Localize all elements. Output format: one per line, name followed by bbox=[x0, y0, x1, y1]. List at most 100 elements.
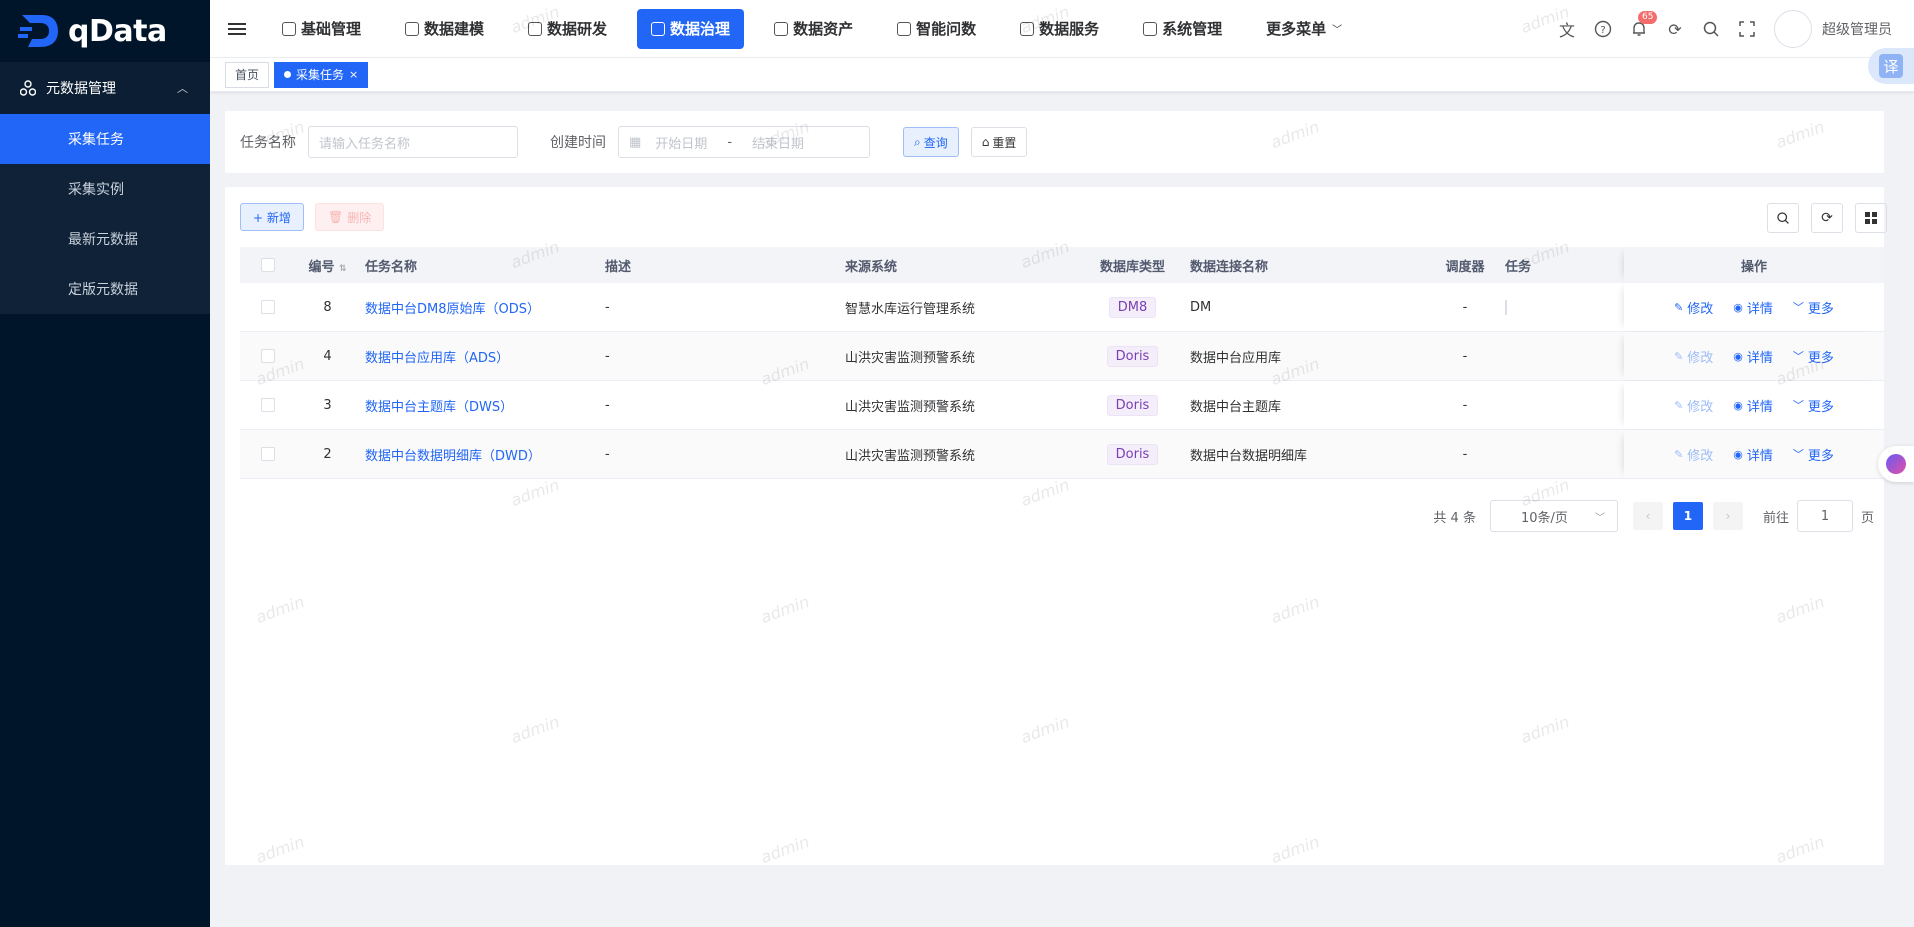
box-icon bbox=[528, 21, 543, 36]
cell-name-link[interactable]: 数据中台DM8原始库（ODS） bbox=[360, 298, 600, 317]
row-checkbox[interactable] bbox=[260, 300, 275, 314]
goto-label: 前往 bbox=[1762, 510, 1789, 526]
detail-button[interactable]: ◉ 详情 bbox=[1733, 298, 1773, 317]
date-range-picker[interactable]: ▦ 开始日期 - 结束日期 bbox=[618, 126, 870, 158]
close-icon[interactable]: × bbox=[349, 68, 358, 81]
nav-data-development[interactable]: 数据研发 bbox=[514, 9, 621, 49]
chevron-down-icon: ﹀ bbox=[1792, 448, 1804, 461]
menu-toggle-icon[interactable] bbox=[228, 20, 246, 38]
edit-button[interactable]: ✎ 修改 bbox=[1674, 298, 1713, 317]
sidebar-item-collect-instance[interactable]: 采集实例 bbox=[0, 164, 210, 214]
add-button[interactable]: + 新增 bbox=[240, 203, 304, 231]
sidebar-item-label: 最新元数据 bbox=[68, 232, 138, 248]
select-all-checkbox[interactable] bbox=[260, 258, 275, 272]
header-id[interactable]: 编号 ⇅ bbox=[295, 256, 360, 275]
edit-button[interactable]: ✎ 修改 bbox=[1674, 445, 1713, 464]
cell-source: 山洪灾害监测预警系统 bbox=[845, 350, 976, 366]
sidebar-item-collect-task[interactable]: 采集任务 bbox=[0, 114, 210, 164]
detail-button[interactable]: ◉ 详情 bbox=[1733, 445, 1773, 464]
sidebar-item-label: 采集任务 bbox=[68, 132, 124, 148]
translate-float-button[interactable]: 译 bbox=[1868, 48, 1914, 84]
chevron-left-icon: ‹ bbox=[1645, 509, 1651, 523]
header-source: 来源系统 bbox=[845, 259, 898, 275]
search-icon[interactable] bbox=[1702, 20, 1720, 38]
more-button[interactable]: ﹀ 更多 bbox=[1793, 298, 1834, 317]
row-actions: ✎ 修改 ◉ 详情 ﹀ 更多 bbox=[1624, 381, 1884, 429]
edit-button[interactable]: ✎ 修改 bbox=[1674, 396, 1713, 415]
cell-source: 山洪灾害监测预警系统 bbox=[845, 448, 976, 464]
bell-icon[interactable]: 65 bbox=[1630, 11, 1658, 38]
nav-smart-query[interactable]: 智能问数 bbox=[883, 9, 990, 49]
table-row: 8 数据中台DM8原始库（ODS） - 智慧水库运行管理系统 DM8 DM - … bbox=[240, 283, 1884, 332]
refresh-icon[interactable]: ⟳ bbox=[1666, 20, 1684, 39]
cell-connection: 数据中台数据明细库 bbox=[1190, 448, 1308, 464]
trash-icon: 🗑 bbox=[328, 210, 344, 224]
edit-icon: ✎ bbox=[1674, 300, 1684, 314]
assistant-float-button[interactable] bbox=[1878, 446, 1914, 482]
nav-data-modeling[interactable]: 数据建模 bbox=[391, 9, 498, 49]
total-count: 共 4 条 bbox=[1433, 510, 1476, 526]
columns-button[interactable] bbox=[1855, 203, 1887, 233]
translate-icon: 译 bbox=[1879, 54, 1903, 78]
help-icon[interactable]: ? bbox=[1594, 20, 1612, 38]
nav-data-assets[interactable]: 数据资产 bbox=[760, 9, 867, 49]
db-type-tag: Doris bbox=[1106, 394, 1159, 416]
username[interactable]: 超级管理员 bbox=[1822, 19, 1892, 39]
nav-label: 智能问数 bbox=[916, 20, 977, 38]
more-button[interactable]: ﹀ 更多 bbox=[1793, 445, 1834, 464]
db-type-tag: Doris bbox=[1106, 443, 1159, 465]
main-card: + 新增 🗑 删除 ⟳ 编号 ⇅ 任务名称 描述 来源系统 数据库类型 数据连接名… bbox=[225, 187, 1887, 865]
row-checkbox[interactable] bbox=[260, 349, 275, 363]
delete-label: 删除 bbox=[347, 210, 372, 225]
end-date-placeholder: 结束日期 bbox=[752, 136, 805, 152]
tag-collect-task[interactable]: 采集任务 × bbox=[274, 61, 369, 88]
nav-data-governance[interactable]: 数据治理 bbox=[637, 8, 745, 49]
row-checkbox[interactable] bbox=[260, 398, 275, 412]
cell-connection: DM bbox=[1190, 299, 1212, 315]
sort-icon[interactable]: ⇅ bbox=[339, 264, 347, 274]
reset-button[interactable]: ⌂ 重置 bbox=[970, 127, 1028, 157]
nav-more-menu[interactable]: 更多菜单 ﹀ bbox=[1252, 9, 1356, 49]
search-toggle-button[interactable] bbox=[1767, 203, 1799, 233]
delete-button[interactable]: 🗑 删除 bbox=[315, 203, 385, 231]
detail-button[interactable]: ◉ 详情 bbox=[1733, 396, 1773, 415]
prev-page-button[interactable]: ‹ bbox=[1632, 502, 1663, 530]
status-switch[interactable] bbox=[1505, 299, 1507, 315]
cell-scheduler: - bbox=[1462, 348, 1468, 364]
tag-home[interactable]: 首页 bbox=[225, 61, 270, 88]
cell-name-link[interactable]: 数据中台应用库（ADS） bbox=[360, 347, 600, 366]
nav-label: 基础管理 bbox=[301, 20, 362, 38]
refresh-button[interactable]: ⟳ bbox=[1811, 203, 1843, 233]
nav-label: 数据服务 bbox=[1039, 20, 1100, 38]
page-size-select[interactable]: 10条/页 ﹀ bbox=[1489, 500, 1618, 532]
nav-basic-management[interactable]: 基础管理 bbox=[268, 9, 375, 49]
row-checkbox[interactable] bbox=[260, 447, 275, 461]
edit-icon: ✎ bbox=[1674, 349, 1684, 363]
calendar-icon: ▦ bbox=[629, 134, 642, 150]
nav-system-management[interactable]: 系统管理 bbox=[1129, 9, 1236, 49]
goto-page-input[interactable]: 1 bbox=[1796, 500, 1853, 532]
page-number-current[interactable]: 1 bbox=[1672, 502, 1703, 530]
sidebar-item-label: 定版元数据 bbox=[68, 282, 138, 298]
detail-button[interactable]: ◉ 详情 bbox=[1733, 347, 1773, 366]
more-button[interactable]: ﹀ 更多 bbox=[1793, 347, 1834, 366]
sidebar-item-versioned-metadata[interactable]: 定版元数据 bbox=[0, 264, 210, 314]
sidebar-item-latest-metadata[interactable]: 最新元数据 bbox=[0, 214, 210, 264]
logo[interactable]: qData bbox=[0, 0, 210, 62]
more-button[interactable]: ﹀ 更多 bbox=[1793, 396, 1834, 415]
nav-label: 系统管理 bbox=[1162, 20, 1223, 38]
nav-data-services[interactable]: 数据服务 bbox=[1006, 9, 1113, 49]
next-page-button[interactable]: › bbox=[1712, 502, 1743, 530]
fullscreen-icon[interactable] bbox=[1738, 20, 1756, 38]
task-name-input[interactable]: 请输入任务名称 bbox=[308, 126, 518, 158]
avatar[interactable] bbox=[1774, 10, 1812, 48]
cell-scheduler: - bbox=[1462, 397, 1468, 413]
sidebar-group-metadata[interactable]: 元数据管理 ︿ bbox=[0, 62, 210, 114]
row-actions: ✎ 修改 ◉ 详情 ﹀ 更多 bbox=[1624, 332, 1884, 380]
grid-icon bbox=[1865, 212, 1877, 224]
edit-button[interactable]: ✎ 修改 bbox=[1674, 347, 1713, 366]
language-icon[interactable]: 文 bbox=[1558, 20, 1576, 40]
query-button[interactable]: ⌕ 查询 bbox=[903, 127, 959, 157]
cell-name-link[interactable]: 数据中台数据明细库（DWD） bbox=[360, 445, 600, 464]
cell-name-link[interactable]: 数据中台主题库（DWS） bbox=[360, 396, 600, 415]
